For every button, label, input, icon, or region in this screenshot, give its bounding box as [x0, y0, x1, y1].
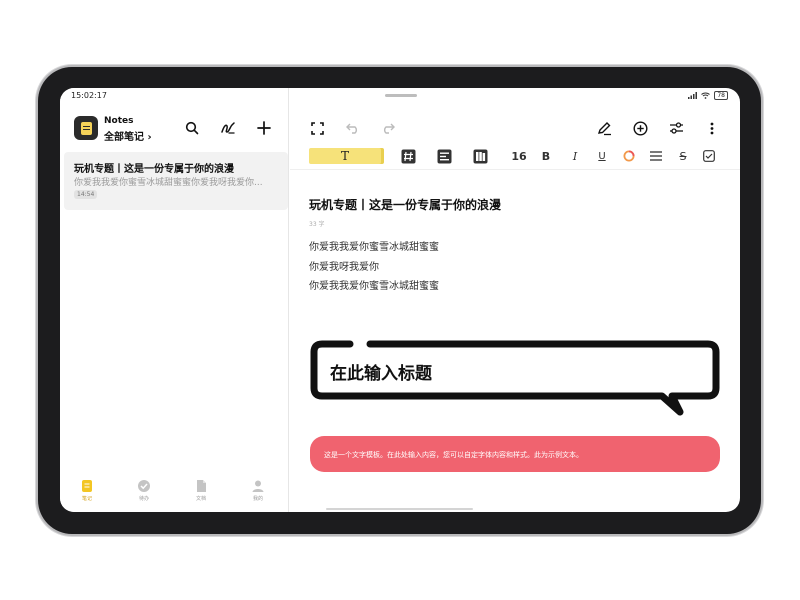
bold-button[interactable]: B	[538, 146, 554, 166]
fullscreen-icon[interactable]	[307, 118, 327, 138]
handwriting-icon[interactable]	[218, 118, 238, 138]
text-block-template-icon[interactable]	[434, 146, 454, 166]
strikethrough-button[interactable]: S	[675, 146, 691, 166]
redo-icon[interactable]	[378, 118, 398, 138]
home-indicator[interactable]	[326, 508, 473, 510]
note-line[interactable]: 你爱我我爱你蜜雪冰城甜蜜蜜	[309, 238, 439, 253]
screen: Notes 全部笔记 › 玩机专题丨这是一份专属于你的浪漫 你爱我我爱你蜜雪冰城…	[60, 88, 740, 512]
note-line[interactable]: 你爱我我爱你蜜雪冰城甜蜜蜜	[309, 277, 439, 292]
book-template-icon[interactable]	[470, 146, 490, 166]
nav-item-todo[interactable]: 待办	[124, 478, 164, 502]
note-icon	[80, 478, 94, 492]
profile-icon	[251, 478, 265, 492]
note-list-item[interactable]: 玩机专题丨这是一份专属于你的浪漫 你爱我我爱你蜜雪冰城甜蜜蜜你爱我呀我爱你...…	[64, 152, 288, 210]
note-item-preview: 你爱我我爱你蜜雪冰城甜蜜蜜你爱我呀我爱你...	[74, 178, 263, 188]
align-icon[interactable]	[648, 146, 664, 166]
note-editor: T 16 B I U S 玩机专题丨这是一份专属于你的浪漫 33 字 你爱我我爱…	[290, 88, 740, 512]
bottom-nav: 笔记 待办 文档 我的	[60, 478, 289, 508]
undo-icon[interactable]	[343, 118, 363, 138]
underline-button[interactable]: U	[594, 146, 610, 166]
italic-button[interactable]: I	[567, 146, 583, 166]
status-time: 15:02:17	[71, 91, 107, 100]
note-item-time: 14:54	[74, 190, 98, 199]
notes-sidebar: Notes 全部笔记 › 玩机专题丨这是一份专属于你的浪漫 你爱我我爱你蜜雪冰城…	[60, 88, 289, 512]
nav-item-profile[interactable]: 我的	[238, 478, 278, 502]
more-icon[interactable]	[702, 118, 722, 138]
pen-icon[interactable]	[594, 118, 614, 138]
add-icon[interactable]	[254, 118, 274, 138]
search-icon[interactable]	[182, 118, 202, 138]
todo-check-icon	[137, 478, 151, 492]
toolbar-divider	[290, 169, 740, 170]
add-circle-icon[interactable]	[630, 118, 650, 138]
bubble-title[interactable]: 在此输入标题	[330, 359, 432, 384]
nav-label: 笔记	[81, 496, 92, 502]
nav-label: 文档	[195, 496, 206, 502]
nav-label: 我的	[252, 496, 263, 502]
font-size-button[interactable]: 16	[509, 146, 529, 166]
note-line[interactable]: 你爱我呀我爱你	[309, 258, 379, 273]
nav-item-notes[interactable]: 笔记	[67, 478, 107, 502]
nav-item-documents[interactable]: 文档	[181, 478, 221, 502]
note-item-title: 玩机专题丨这是一份专属于你的浪漫	[74, 164, 234, 175]
checkbox-icon[interactable]	[701, 146, 717, 166]
notes-app-icon	[74, 116, 98, 140]
banner-text[interactable]: 这是一个文字模板。在此处输入内容，您可以自定字体内容和样式。此为示例文本。	[324, 450, 583, 460]
text-color-icon[interactable]	[621, 146, 637, 166]
settings-sliders-icon[interactable]	[666, 118, 686, 138]
text-style-button[interactable]: T	[309, 148, 381, 164]
note-title[interactable]: 玩机专题丨这是一份专属于你的浪漫	[309, 196, 501, 213]
nav-label: 待办	[138, 496, 149, 502]
char-count: 33 字	[309, 221, 325, 228]
app-name: Notes	[104, 116, 134, 126]
hashtag-template-icon[interactable]	[398, 146, 418, 166]
document-icon	[194, 478, 208, 492]
folder-selector[interactable]: 全部笔记 ›	[104, 128, 152, 143]
format-toolbar: T 16 B I U S	[290, 146, 740, 168]
text-banner-template[interactable]: 这是一个文字模板。在此处输入内容，您可以自定字体内容和样式。此为示例文本。	[310, 436, 720, 472]
